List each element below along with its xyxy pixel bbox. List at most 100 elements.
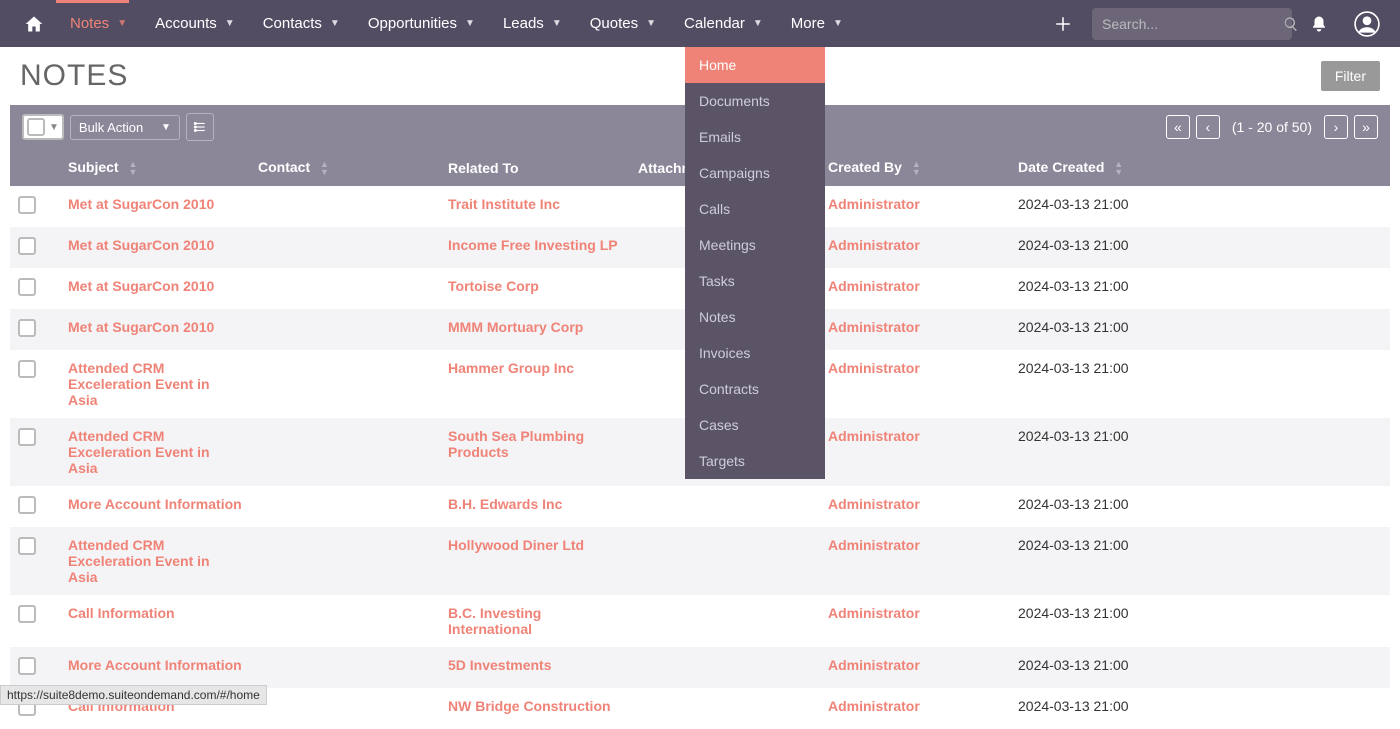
nav-item-label: Notes [70,15,109,32]
subject-link[interactable]: Met at SugarCon 2010 [68,319,214,335]
nav-item-label: Leads [503,15,544,32]
row-checkbox[interactable] [18,196,36,214]
dropdown-item-documents[interactable]: Documents [685,83,825,119]
related-link[interactable]: 5D Investments [448,657,551,673]
nav-item-accounts[interactable]: Accounts▼ [141,0,249,47]
related-link[interactable]: NW Bridge Construction [448,698,611,714]
dropdown-item-cases[interactable]: Cases [685,407,825,443]
subject-link[interactable]: Attended CRM Exceleration Event in Asia [68,360,210,408]
row-checkbox[interactable] [18,605,36,623]
related-link[interactable]: South Sea Plumbing Products [448,428,584,460]
row-checkbox[interactable] [18,319,36,337]
contact-cell [250,486,440,527]
pager-prev-button[interactable]: ‹ [1196,115,1220,139]
related-link[interactable]: B.C. Investing International [448,605,541,637]
notifications-icon[interactable] [1302,15,1336,33]
pager-last-button[interactable]: » [1354,115,1378,139]
row-checkbox[interactable] [18,278,36,296]
created-by-link[interactable]: Administrator [828,278,920,294]
related-link[interactable]: Income Free Investing LP [448,237,618,253]
subject-link[interactable]: Attended CRM Exceleration Event in Asia [68,428,210,476]
contact-cell [250,418,440,486]
nav-item-notes[interactable]: Notes▼ [56,0,141,47]
related-link[interactable]: B.H. Edwards Inc [448,496,562,512]
nav-item-label: More [791,15,825,32]
dropdown-item-meetings[interactable]: Meetings [685,227,825,263]
date-created-cell: 2024-03-13 21:00 [1010,647,1390,688]
dropdown-item-calls[interactable]: Calls [685,191,825,227]
date-created-cell: 2024-03-13 21:00 [1010,527,1390,595]
created-by-link[interactable]: Administrator [828,360,920,376]
chevron-down-icon: ▼ [552,18,562,29]
dropdown-item-tasks[interactable]: Tasks [685,263,825,299]
column-header-contact[interactable]: Contact ▲▼ [250,149,440,186]
subject-link[interactable]: Met at SugarCon 2010 [68,237,214,253]
dropdown-item-notes[interactable]: Notes [685,299,825,335]
row-checkbox[interactable] [18,237,36,255]
subject-link[interactable]: Attended CRM Exceleration Event in Asia [68,537,210,585]
created-by-link[interactable]: Administrator [828,237,920,253]
related-link[interactable]: MMM Mortuary Corp [448,319,583,335]
chevron-down-icon: ▼ [49,122,59,133]
columns-button[interactable] [186,113,214,141]
create-button[interactable] [1044,15,1082,33]
dropdown-item-campaigns[interactable]: Campaigns [685,155,825,191]
subject-link[interactable]: Met at SugarCon 2010 [68,278,214,294]
column-header-related[interactable]: Related To [440,149,630,186]
filter-button[interactable]: Filter [1321,61,1380,91]
row-checkbox[interactable] [18,537,36,555]
related-link[interactable]: Hammer Group Inc [448,360,574,376]
created-by-link[interactable]: Administrator [828,698,920,714]
row-checkbox[interactable] [18,496,36,514]
date-created-cell: 2024-03-13 21:00 [1010,486,1390,527]
select-all-checkbox[interactable]: ▼ [22,114,64,140]
subject-link[interactable]: Met at SugarCon 2010 [68,196,214,212]
row-checkbox[interactable] [18,657,36,675]
dropdown-item-contracts[interactable]: Contracts [685,371,825,407]
search-box[interactable] [1092,8,1292,40]
dropdown-item-invoices[interactable]: Invoices [685,335,825,371]
pager-next-button[interactable]: › [1324,115,1348,139]
sort-icon: ▲▼ [1114,160,1123,176]
created-by-link[interactable]: Administrator [828,428,920,444]
dropdown-item-targets[interactable]: Targets [685,443,825,479]
search-icon[interactable] [1283,16,1299,32]
attachment-cell [630,527,820,595]
row-checkbox[interactable] [18,428,36,446]
date-created-cell: 2024-03-13 21:00 [1010,268,1390,309]
nav-item-leads[interactable]: Leads ▼ [489,0,576,47]
table-row: Call Information B.C. Investing Internati… [10,595,1390,647]
nav-item-label: Contacts [263,15,322,32]
nav-item-more[interactable]: More▼ [777,0,857,47]
column-header-subject[interactable]: Subject ▲▼ [60,149,250,186]
page-title: NOTES [20,59,128,93]
column-header-date-created[interactable]: Date Created ▲▼ [1010,149,1390,186]
nav-item-calendar[interactable]: Calendar▼ [670,0,777,47]
related-link[interactable]: Hollywood Diner Ltd [448,537,584,553]
related-link[interactable]: Tortoise Corp [448,278,539,294]
dropdown-item-emails[interactable]: Emails [685,119,825,155]
created-by-link[interactable]: Administrator [828,657,920,673]
subject-link[interactable]: Call Information [68,605,175,621]
home-icon[interactable] [12,14,56,34]
nav-item-opportunities[interactable]: Opportunities▼ [354,0,489,47]
search-input[interactable] [1102,16,1283,32]
created-by-link[interactable]: Administrator [828,537,920,553]
created-by-link[interactable]: Administrator [828,319,920,335]
nav-item-quotes[interactable]: Quotes▼ [576,0,670,47]
user-avatar-icon[interactable] [1346,11,1388,37]
created-by-link[interactable]: Administrator [828,496,920,512]
row-checkbox[interactable] [18,360,36,378]
attachment-cell [630,595,820,647]
created-by-link[interactable]: Administrator [828,196,920,212]
pager-first-button[interactable]: « [1166,115,1190,139]
contact-cell [250,268,440,309]
subject-link[interactable]: More Account Information [68,657,242,673]
bulk-action-dropdown[interactable]: Bulk Action ▼ [70,115,180,140]
created-by-link[interactable]: Administrator [828,605,920,621]
related-link[interactable]: Trait Institute Inc [448,196,560,212]
column-header-created-by[interactable]: Created By ▲▼ [820,149,1010,186]
dropdown-item-home[interactable]: Home [685,47,825,83]
nav-item-contacts[interactable]: Contacts▼ [249,0,354,47]
subject-link[interactable]: More Account Information [68,496,242,512]
